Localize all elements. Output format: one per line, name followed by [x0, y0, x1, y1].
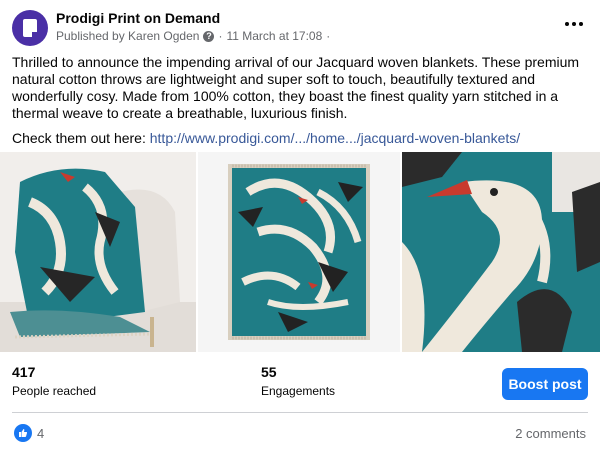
post-insights: 417 People reached 55 Engagements Boost … — [0, 356, 600, 410]
page-name[interactable]: Prodigi Print on Demand — [56, 10, 220, 26]
post-footer: 4 2 comments — [0, 420, 600, 446]
comments-count[interactable]: 2 comments — [515, 426, 586, 441]
image-blanket-on-chair[interactable] — [0, 152, 196, 352]
post-text: Thrilled to announce the impending arriv… — [12, 54, 588, 155]
people-reached-label: People reached — [12, 384, 97, 398]
date-separator: · — [218, 29, 223, 43]
blanket-close-up-graphic — [402, 152, 600, 352]
engagements-stat[interactable]: 55 Engagements — [261, 364, 335, 398]
people-reached-stat[interactable]: 417 People reached — [12, 364, 96, 398]
dot — [572, 22, 576, 26]
dot — [579, 22, 583, 26]
date-separator-2: · — [326, 29, 331, 43]
like-icon[interactable] — [14, 424, 32, 442]
post-meta: Published by Karen Ogden ? · 11 March at… — [56, 29, 330, 43]
avatar-logo-shape — [23, 19, 38, 38]
post-paragraph-link-line: Check them out here: http://www.prodigi.… — [12, 130, 588, 147]
image-blanket-close-up[interactable] — [402, 152, 600, 352]
boost-post-button[interactable]: Boost post — [502, 368, 588, 400]
post-date[interactable]: 11 March at 17:08 — [226, 29, 322, 43]
engagements-value: 55 — [261, 364, 277, 380]
dot — [565, 22, 569, 26]
product-link[interactable]: http://www.prodigi.com/.../home.../jacqu… — [150, 130, 520, 146]
help-icon[interactable]: ? — [203, 30, 215, 42]
like-count[interactable]: 4 — [37, 426, 44, 441]
people-reached-value: 417 — [12, 364, 36, 380]
image-blanket-flat[interactable] — [198, 152, 400, 352]
engagements-label: Engagements — [261, 384, 336, 398]
facebook-post: Prodigi Print on Demand Published by Kar… — [0, 0, 600, 452]
image-gallery — [0, 152, 600, 352]
published-by: Published by Karen Ogden — [56, 29, 200, 43]
post-header: Prodigi Print on Demand Published by Kar… — [0, 0, 600, 48]
blanket-on-chair-graphic — [0, 152, 196, 352]
blanket-flat-graphic — [198, 152, 400, 352]
thumbs-up-glyph — [19, 429, 28, 437]
divider — [12, 412, 588, 413]
post-paragraph: Thrilled to announce the impending arriv… — [12, 54, 580, 121]
link-prefix: Check them out here: — [12, 130, 150, 146]
page-avatar-icon[interactable] — [12, 10, 48, 46]
more-icon[interactable] — [560, 12, 588, 36]
